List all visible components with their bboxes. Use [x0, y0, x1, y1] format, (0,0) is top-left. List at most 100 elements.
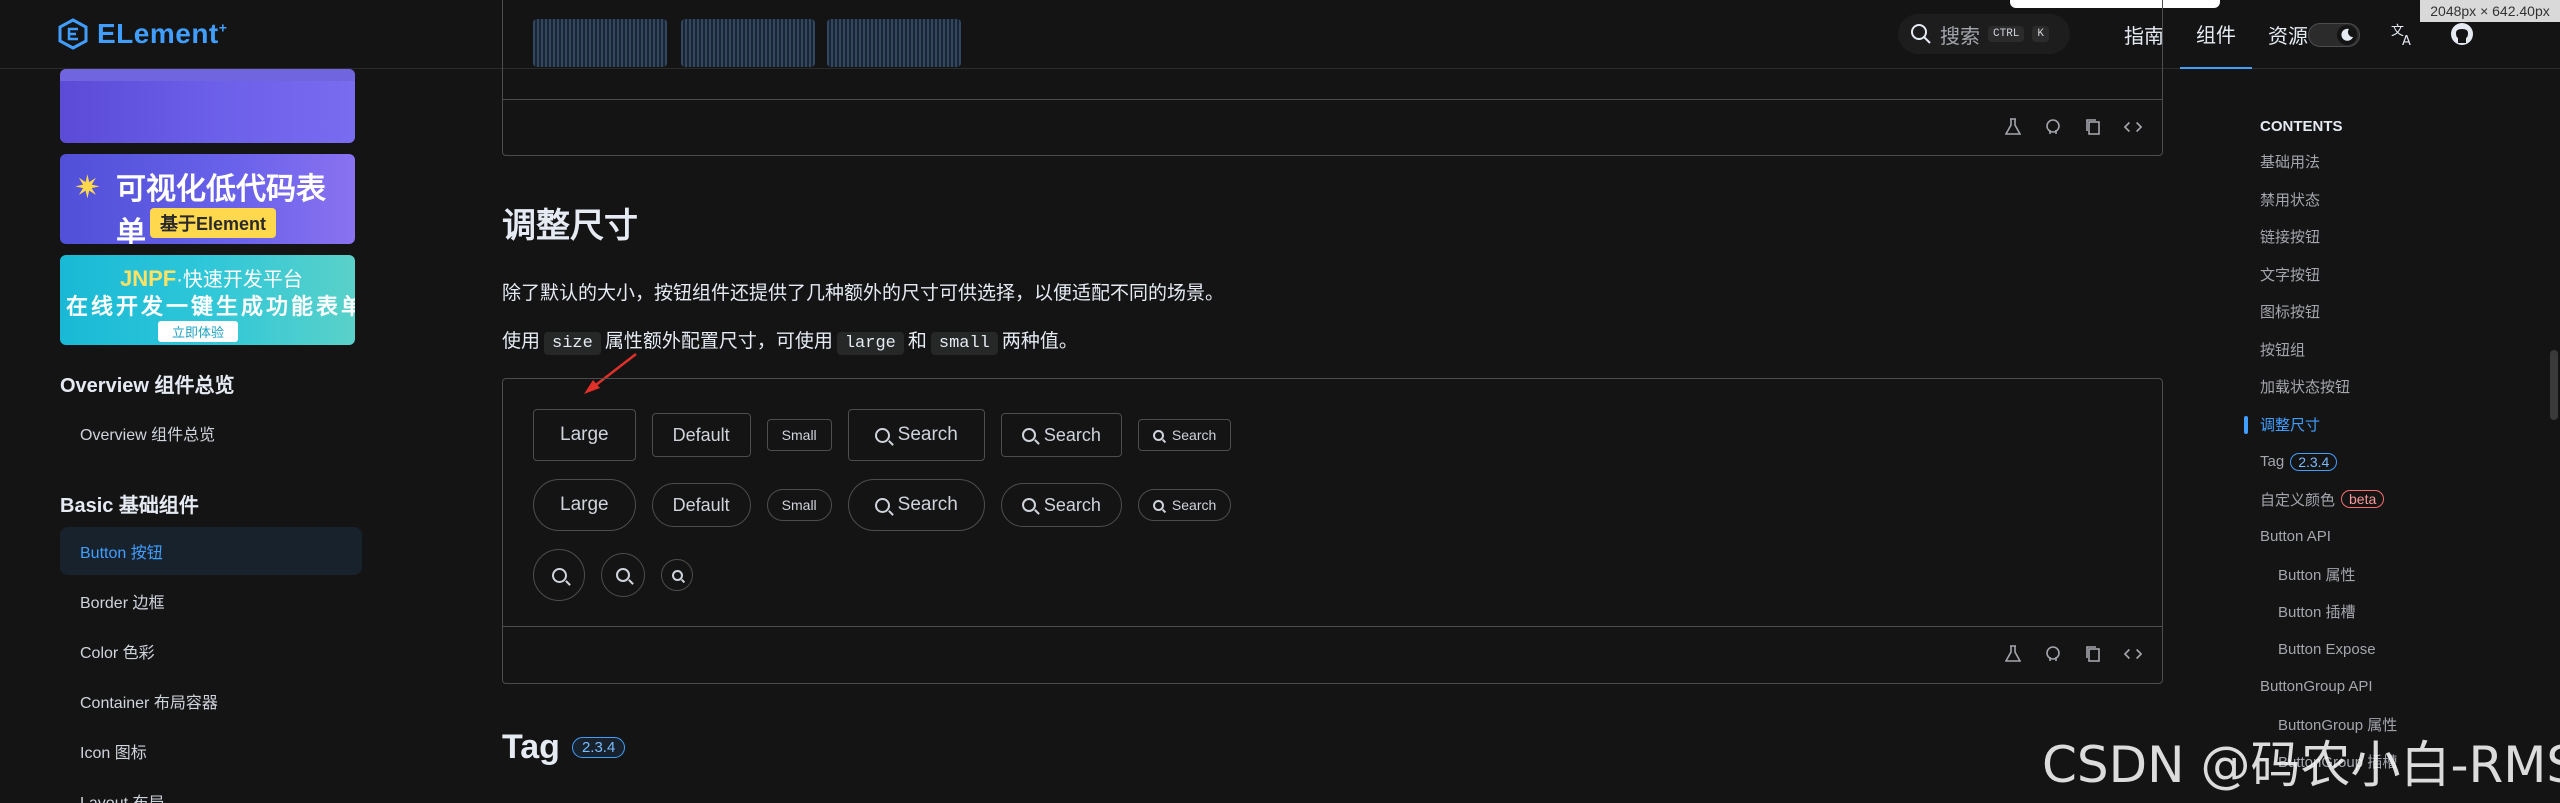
code-icon[interactable]: [2124, 645, 2142, 663]
default-round-search-button[interactable]: Search: [1000, 483, 1122, 527]
scrollbar-thumb[interactable]: [2550, 350, 2558, 420]
sidebar-group-overview: Overview 组件总览: [60, 375, 235, 397]
toc-item[interactable]: 图标按钮: [2260, 293, 2530, 331]
search-icon: [1152, 429, 1164, 441]
github-edit-icon[interactable]: [2044, 645, 2062, 663]
dark-mode-toggle[interactable]: [2308, 23, 2360, 47]
toc-item[interactable]: 链接按钮: [2260, 218, 2530, 256]
code-small: small: [930, 332, 998, 355]
section-title: 调整尺寸: [502, 207, 638, 245]
sidebar-item-button[interactable]: Button 按钮: [60, 527, 362, 575]
csdn-watermark: CSDN @码农小白-RMS: [2042, 736, 2560, 794]
logo-text: ELement+: [97, 18, 228, 49]
sparkle-icon: ✷: [74, 169, 101, 205]
toc-item[interactable]: 加载状态按钮: [2260, 368, 2530, 406]
previous-demo-box: [502, 0, 2163, 156]
small-search-button[interactable]: Search: [1137, 419, 1232, 451]
sidebar-item-color[interactable]: Color 色彩: [60, 627, 362, 675]
sidebar-item-border[interactable]: Border 边框: [60, 577, 362, 625]
toc-item[interactable]: Button 属性: [2260, 556, 2530, 594]
toc-beta-badge: beta: [2341, 490, 2385, 509]
toc-item[interactable]: ButtonGroup API: [2260, 668, 2530, 706]
search-icon: [874, 427, 890, 443]
demo-tool-icons: [2004, 118, 2142, 136]
translate-icon[interactable]: 文A: [2389, 20, 2417, 48]
nav-components[interactable]: 组件: [2180, 0, 2252, 69]
ad-banner-jnpf[interactable]: JNPF·快速开发平台 在线开发一键生成功能表单 立即体验: [60, 255, 355, 345]
github-edit-icon[interactable]: [2044, 118, 2062, 136]
ad-banner-lowcode[interactable]: ✷ 可视化低代码表单 基于Element: [60, 154, 355, 244]
element-logo-icon: [58, 18, 88, 50]
default-button[interactable]: Default: [651, 413, 751, 457]
small-button[interactable]: Small: [766, 419, 832, 451]
svg-text:A: A: [2402, 34, 2411, 47]
code-icon[interactable]: [2124, 118, 2142, 136]
ad-lowcode-sub: 基于Element: [150, 208, 277, 238]
ad-jnpf-line1: JNPF·快速开发平台: [120, 266, 303, 291]
default-round-button[interactable]: Default: [651, 483, 751, 527]
toc-item[interactable]: 文字按钮: [2260, 256, 2530, 294]
toc-item[interactable]: Button 插槽: [2260, 593, 2530, 631]
toc-item[interactable]: 基础用法: [2260, 143, 2530, 181]
sidebar-item-icon[interactable]: Icon 图标: [60, 727, 362, 775]
tag-section-title: Tag: [502, 728, 560, 766]
search-icon: [1152, 499, 1164, 511]
button-row-default: Large Default Small Search Search Search: [533, 409, 1232, 461]
button-row-circle: [533, 549, 693, 601]
code-large: large: [836, 332, 904, 355]
table-of-contents: CONTENTS 基础用法 禁用状态 链接按钮 文字按钮 图标按钮 按钮组 加载…: [2244, 118, 2530, 781]
sidebar-item-container[interactable]: Container 布局容器: [60, 677, 362, 725]
version-badge: 2.3.4: [571, 737, 626, 758]
tag-section-heading: Tag 2.3.4: [502, 728, 626, 767]
large-circle-search-button[interactable]: [533, 549, 585, 601]
sidebar: ✷ 可视化低代码表单 基于Element JNPF·快速开发平台 在线开发一键生…: [0, 69, 370, 803]
playground-icon[interactable]: [2004, 645, 2022, 663]
moon-icon: [2337, 25, 2357, 45]
default-search-button[interactable]: Search: [1000, 413, 1122, 457]
search-icon: [1021, 498, 1036, 512]
size-demo-box: Large Default Small Search Search Search…: [502, 378, 2163, 684]
button-row-round: Large Default Small Search Search Search: [533, 479, 1232, 531]
search-icon: [874, 497, 890, 513]
ad-jnpf-button[interactable]: 立即体验: [158, 321, 239, 342]
toc-title: CONTENTS: [2260, 118, 2343, 135]
toc-item-custom-color[interactable]: 自定义颜色 beta: [2260, 481, 2530, 519]
size-demo-toolbar: [503, 626, 2162, 684]
sidebar-item-layout[interactable]: Layout 布局: [60, 777, 362, 803]
section-desc: 除了默认的大小，按钮组件还提供了几种额外的尺寸可供选择，以便适配不同的场景。: [502, 283, 1225, 304]
ad-banner-1[interactable]: [60, 69, 355, 143]
toc-item-active[interactable]: 调整尺寸: [2244, 406, 2530, 444]
logo[interactable]: ELement+: [57, 18, 227, 50]
size-badge: 2048px × 642.40px: [2420, 0, 2560, 22]
small-circle-search-button[interactable]: [661, 559, 693, 591]
page: ELement+ 搜索 CTRL K 指南 组件 资源 文A 2048px × …: [0, 0, 2560, 803]
toc-version-badge: 2.3.4: [2290, 452, 2338, 471]
loading-button-2[interactable]: [681, 19, 815, 67]
search-icon: [1021, 428, 1036, 442]
copy-icon[interactable]: [2084, 645, 2102, 663]
toc-item-tag[interactable]: Tag 2.3.4: [2260, 443, 2530, 481]
search-icon: [616, 568, 630, 582]
loading-button-1[interactable]: [533, 19, 667, 67]
ad-jnpf-line2: 在线开发一键生成功能表单: [66, 294, 355, 319]
loading-button-3[interactable]: [827, 19, 961, 67]
large-search-button[interactable]: Search: [847, 409, 985, 461]
search-icon: [551, 567, 567, 583]
small-round-button[interactable]: Small: [766, 489, 832, 521]
search-icon: [671, 569, 683, 581]
ad-strip: [60, 69, 355, 81]
sidebar-item-overview[interactable]: Overview 组件总览: [60, 409, 362, 457]
copy-icon[interactable]: [2084, 118, 2102, 136]
sidebar-group-basic: Basic 基础组件: [60, 495, 199, 517]
toc-item[interactable]: Button API: [2260, 518, 2530, 556]
toc-item[interactable]: 按钮组: [2260, 331, 2530, 369]
playground-icon[interactable]: [2004, 118, 2022, 136]
default-circle-search-button[interactable]: [601, 553, 645, 597]
toc-item[interactable]: 禁用状态: [2260, 181, 2530, 219]
small-round-search-button[interactable]: Search: [1137, 489, 1232, 521]
github-icon[interactable]: [2448, 20, 2476, 48]
large-round-button[interactable]: Large: [533, 479, 636, 531]
large-round-search-button[interactable]: Search: [847, 479, 985, 531]
toc-item[interactable]: Button Expose: [2260, 631, 2530, 669]
large-button[interactable]: Large: [533, 409, 636, 461]
